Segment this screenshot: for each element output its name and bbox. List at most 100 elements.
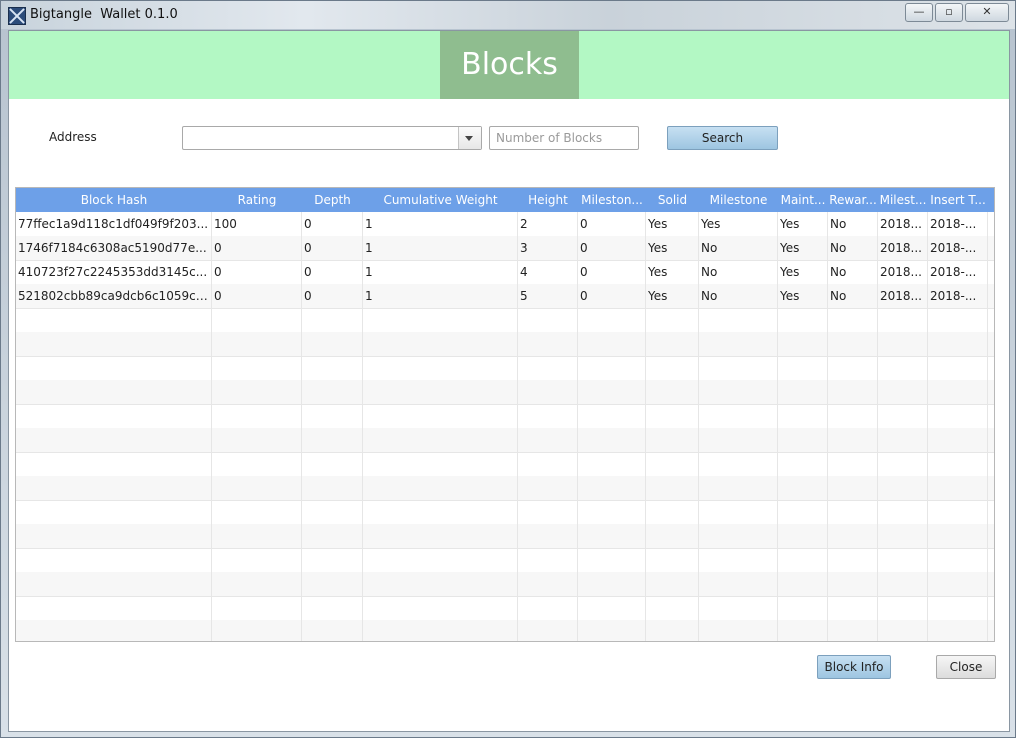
table-cell: No — [828, 260, 878, 284]
table-cell — [928, 500, 988, 524]
column-header[interactable]: Milestone — [699, 188, 778, 212]
maximize-button[interactable]: ▫ — [935, 3, 963, 22]
table-cell — [363, 524, 518, 548]
table-cell — [578, 572, 646, 596]
table-row[interactable]: 1746f7184c6308ac5190d77e... 0 0 1 3 0 Yes No Yes… — [16, 236, 994, 261]
table-cell: Yes — [699, 212, 778, 236]
table-cell — [518, 572, 578, 596]
block-info-button[interactable]: Block Info — [817, 655, 891, 679]
empty-table-row[interactable] — [16, 476, 994, 501]
table-cell — [928, 404, 988, 428]
column-header[interactable]: Maint... — [778, 188, 828, 212]
column-header[interactable]: Height — [518, 188, 578, 212]
empty-table-row[interactable] — [16, 380, 994, 405]
close-window-button[interactable]: ✕ — [965, 3, 1009, 22]
table-cell: No — [828, 236, 878, 260]
table-cell — [878, 476, 928, 500]
table-cell — [16, 524, 212, 548]
table-cell — [828, 572, 878, 596]
table-cell — [212, 524, 302, 548]
table-cell: 0 — [302, 236, 363, 260]
empty-table-row[interactable] — [16, 500, 994, 525]
table-row[interactable]: 521802cbb89ca9dcb6c1059ca... 0 0 1 5 0 Yes No Ye… — [16, 284, 994, 309]
table-cell — [828, 428, 878, 452]
search-button[interactable]: Search — [667, 126, 778, 150]
table-cell: 2018-... — [928, 212, 988, 236]
table-cell — [878, 380, 928, 404]
table-cell: 2018... — [878, 284, 928, 308]
table-cell: 4 — [518, 260, 578, 284]
empty-table-row[interactable] — [16, 548, 994, 573]
table-cell — [363, 380, 518, 404]
table-row[interactable]: 77ffec1a9d118c1df049f9f203... 100 0 1 2 0 Yes Y… — [16, 212, 994, 237]
table-cell: 1 — [363, 260, 518, 284]
table-cell — [646, 596, 699, 620]
empty-table-row[interactable] — [16, 428, 994, 453]
table-cell — [928, 572, 988, 596]
empty-table-row[interactable] — [16, 308, 994, 333]
table-cell — [518, 596, 578, 620]
table-cell — [518, 476, 578, 500]
table-cell — [302, 620, 363, 641]
table-cell — [16, 476, 212, 500]
minimize-button[interactable]: — — [905, 3, 933, 22]
table-cell: 77ffec1a9d118c1df049f9f203... — [16, 212, 212, 236]
column-header[interactable]: Depth — [302, 188, 363, 212]
column-header[interactable]: Cumulative Weight — [363, 188, 518, 212]
column-header[interactable]: Solid — [646, 188, 699, 212]
table-cell — [646, 380, 699, 404]
table-cell — [16, 596, 212, 620]
table-cell — [578, 356, 646, 380]
table-cell — [778, 596, 828, 620]
column-header[interactable]: Rewar... — [828, 188, 878, 212]
number-of-blocks-input[interactable] — [489, 126, 639, 150]
table-cell — [828, 500, 878, 524]
table-cell — [518, 620, 578, 641]
table-cell — [363, 332, 518, 356]
table-cell — [578, 404, 646, 428]
table-cell — [16, 380, 212, 404]
table-cell: Yes — [646, 260, 699, 284]
blocks-table[interactable]: Block Hash Rating Depth Cumulative Weight He… — [15, 187, 995, 642]
table-cell — [578, 476, 646, 500]
column-header[interactable]: Milest... — [878, 188, 928, 212]
close-button[interactable]: Close — [936, 655, 996, 679]
table-cell — [828, 404, 878, 428]
window-title: Bigtangle Wallet 0.1.0 — [30, 7, 178, 22]
dropdown-arrow-icon[interactable] — [458, 127, 481, 149]
empty-table-row[interactable] — [16, 404, 994, 429]
table-cell — [928, 476, 988, 500]
table-cell — [518, 524, 578, 548]
table-cell — [778, 548, 828, 572]
table-cell: 2018-... — [928, 236, 988, 260]
table-row[interactable]: 410723f27c2245353dd3145c... 0 0 1 4 0 Yes No Yes… — [16, 260, 994, 285]
column-header[interactable]: Insert T... — [928, 188, 988, 212]
column-header[interactable]: Rating — [212, 188, 302, 212]
table-cell — [828, 332, 878, 356]
table-cell — [212, 500, 302, 524]
empty-table-row[interactable] — [16, 524, 994, 549]
empty-table-row[interactable] — [16, 356, 994, 381]
empty-table-row[interactable] — [16, 620, 994, 641]
column-header[interactable]: Block Hash — [16, 188, 212, 212]
table-cell — [778, 476, 828, 500]
table-cell — [302, 572, 363, 596]
empty-table-row[interactable] — [16, 572, 994, 597]
column-header[interactable]: Mileston... — [578, 188, 646, 212]
empty-table-row[interactable] — [16, 332, 994, 357]
table-cell — [646, 452, 699, 476]
app-icon — [8, 7, 26, 25]
table-cell: No — [699, 260, 778, 284]
table-cell: Yes — [778, 236, 828, 260]
title-bar[interactable]: Bigtangle Wallet 0.1.0 — ▫ ✕ — [1, 1, 1015, 29]
table-cell — [363, 476, 518, 500]
header-banner: Blocks — [9, 31, 1009, 99]
table-cell — [212, 428, 302, 452]
empty-table-row[interactable] — [16, 452, 994, 477]
address-combobox[interactable] — [182, 126, 482, 150]
table-cell — [16, 572, 212, 596]
empty-table-row[interactable] — [16, 596, 994, 621]
table-cell — [699, 572, 778, 596]
table-cell — [363, 452, 518, 476]
table-cell: 1 — [363, 236, 518, 260]
